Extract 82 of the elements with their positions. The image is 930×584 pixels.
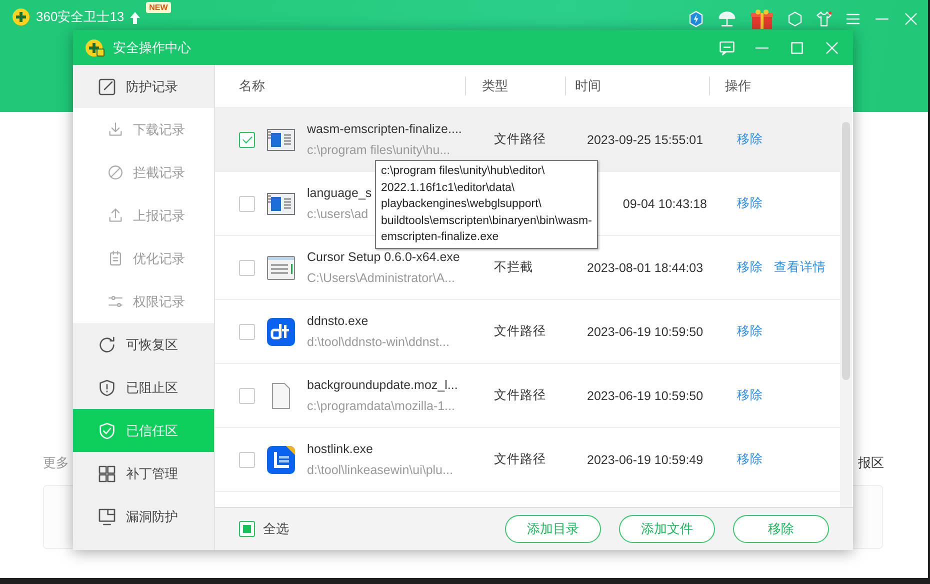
app-title: 360安全卫士13	[36, 8, 124, 26]
file-path: C:\Users\Administrator\A...	[307, 271, 455, 285]
action-link[interactable]: 移除	[737, 387, 763, 404]
action-link[interactable]: 移除	[737, 259, 763, 276]
type-cell: 不拦截	[494, 260, 533, 274]
app-logo-icon	[267, 446, 295, 474]
type-cell: 文件路径	[494, 388, 546, 402]
column-header: 时间	[574, 77, 602, 95]
feedback-icon[interactable]	[718, 38, 736, 56]
file-name: wasm-emscripten-finalize....	[307, 122, 462, 136]
dialog-title: 安全操作中心	[113, 38, 191, 56]
select-all-checkbox[interactable]	[239, 521, 255, 537]
time-cell: 2023-06-19 10:59:50	[587, 324, 704, 338]
column-header: 操作	[724, 77, 752, 95]
app-logo-icon	[267, 318, 295, 346]
sidebar-item[interactable]: 权限记录	[73, 280, 214, 323]
action-link[interactable]: 移除	[737, 451, 763, 468]
hexagon-icon[interactable]	[786, 10, 804, 28]
footer-button[interactable]: 添加目录	[505, 515, 601, 543]
shirt-icon[interactable]	[815, 10, 833, 28]
block-icon	[107, 164, 124, 181]
type-cell: 文件路径	[494, 132, 546, 146]
row-checkbox[interactable]	[239, 132, 255, 148]
sidebar-item[interactable]: 拦截记录	[73, 151, 214, 194]
file-name: backgroundupdate.moz_l...	[307, 378, 458, 392]
shield-bolt-icon[interactable]	[687, 10, 705, 28]
clipboard-icon	[107, 250, 124, 267]
monitor-icon	[97, 506, 117, 526]
download-icon	[107, 121, 124, 138]
column-header: 类型	[481, 77, 509, 95]
time-cell: 2023-06-19 10:59:50	[587, 388, 704, 402]
action-link[interactable]: 移除	[737, 323, 763, 340]
upload-icon	[107, 207, 124, 224]
row-checkbox[interactable]	[239, 388, 255, 404]
row-checkbox[interactable]	[239, 324, 255, 340]
app-window-icon	[267, 254, 295, 282]
shield-check-icon	[97, 420, 117, 440]
scrollbar[interactable]	[840, 108, 852, 507]
path-tooltip: c:\program files\unity\hub\editor\ 2022.1.16f1c1\editor\data\ playbackengines\webglsupport\ buildtools\emscripten\binaryen\bin\wasm- emscripten-finalize.exe	[375, 160, 598, 248]
footer-button[interactable]: 移除	[733, 515, 829, 543]
sidebar-item[interactable]: 上报记录	[73, 194, 214, 237]
row-checkbox[interactable]	[239, 452, 255, 468]
row-checkbox[interactable]	[239, 196, 255, 212]
column-header: 名称	[238, 77, 266, 95]
close-icon[interactable]	[902, 10, 920, 28]
time-cell: 2023-09-25 15:55:01	[587, 132, 704, 146]
file-path: d:\tool\linkeasewin\ui\plu...	[307, 463, 453, 477]
type-cell: 文件路径	[494, 324, 546, 338]
sidebar-item[interactable]: 下载记录	[73, 108, 214, 151]
file-name: language_s	[307, 186, 372, 200]
file-path: d:\tool\ddnsto-win\ddnst...	[307, 335, 450, 349]
file-name: Cursor Setup 0.6.0-x64.exe	[307, 250, 460, 264]
footer-button[interactable]: 添加文件	[619, 515, 715, 543]
sliders-icon	[107, 293, 124, 310]
edit-icon	[97, 76, 117, 96]
sidebar-item[interactable]: 已信任区	[73, 409, 214, 452]
grid-icon	[97, 464, 117, 484]
file-name: ddnsto.exe	[307, 314, 368, 328]
gift-icon[interactable]	[749, 8, 775, 30]
app-logo-icon	[85, 38, 105, 56]
upgrade-icon	[130, 12, 140, 24]
select-all-label: 全选	[263, 520, 289, 538]
action-link[interactable]: 移除	[737, 131, 763, 148]
sidebar-item[interactable]: 优化记录	[73, 237, 214, 280]
file-path: c:\users\ad	[307, 207, 368, 221]
time-cell: 09-04 10:43:18	[622, 196, 707, 210]
section-label: 更多	[43, 454, 69, 472]
file-name: hostlink.exe	[307, 442, 374, 456]
umbrella-icon[interactable]	[716, 9, 738, 29]
file-path: c:\program files\unity\hu...	[307, 143, 450, 157]
time-cell: 2023-08-01 18:44:03	[587, 260, 704, 274]
shield-alert-icon	[97, 378, 117, 398]
type-cell: 文件路径	[494, 452, 546, 466]
refresh-icon	[97, 334, 117, 354]
action-link[interactable]: 移除	[737, 195, 763, 212]
file-path: c:\programdata\mozilla-1...	[307, 399, 455, 413]
section-label: 报区	[858, 454, 884, 472]
app-logo-icon	[12, 8, 30, 26]
row-checkbox[interactable]	[239, 260, 255, 276]
new-badge: NEW	[146, 2, 171, 13]
action-link[interactable]: 查看详情	[774, 259, 826, 276]
time-cell: 2023-06-19 10:59:49	[587, 452, 704, 466]
